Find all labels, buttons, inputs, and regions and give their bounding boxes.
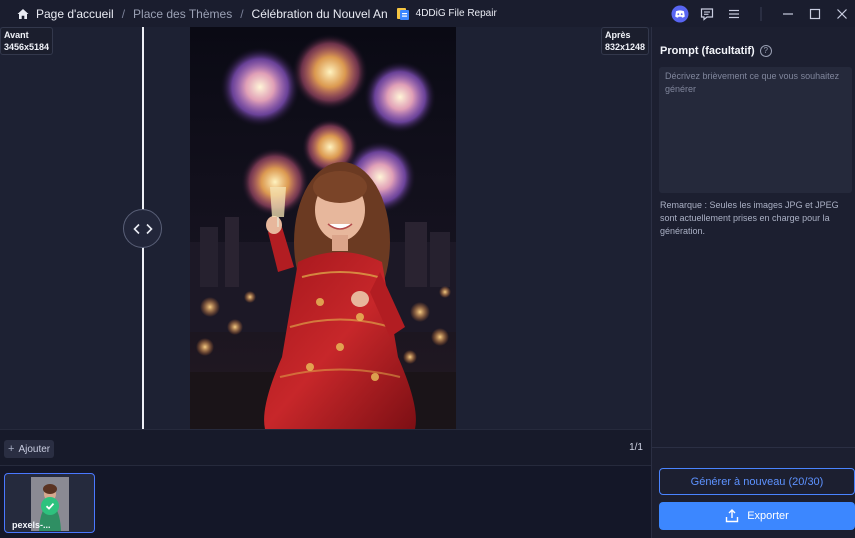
export-icon: [726, 509, 739, 523]
minimize-icon: [782, 12, 793, 15]
title-bar: Page d'accueil / Place des Thèmes / Célé…: [0, 0, 855, 27]
discord-button[interactable]: [666, 0, 693, 27]
new-year-celebration-photo: [190, 27, 456, 429]
breadcrumb-current: Célébration du Nouvel An: [251, 6, 388, 21]
before-label: Avant: [4, 30, 29, 40]
app-window: Page d'accueil / Place des Thèmes / Célé…: [0, 0, 855, 538]
menu-icon: [728, 9, 739, 18]
plus-icon: +: [8, 443, 15, 455]
thumbnail-item[interactable]: pexels-...: [4, 473, 95, 533]
before-tag: Avant 3456x5184: [0, 27, 54, 55]
app-name: 4DDiG File Repair: [415, 8, 497, 19]
compare-view: Avant 3456x5184 Après 832x1248: [0, 27, 651, 429]
compare-handle-icon: [132, 223, 153, 234]
page-counter: 1/1: [629, 442, 643, 453]
add-button-label: Ajouter: [18, 443, 51, 455]
image-toolbar: + Ajouter 1/1: [0, 429, 651, 465]
menu-button[interactable]: [720, 0, 747, 27]
after-size: 832x1248: [604, 42, 645, 52]
app-badge: 4DDiG File Repair: [396, 7, 497, 21]
before-size: 3456x5184: [4, 42, 50, 52]
settings-panel: Prompt (facultatif) ? Remarque : Seules …: [651, 27, 855, 538]
maximize-button[interactable]: [801, 0, 828, 27]
after-tag: Après 832x1248: [600, 27, 649, 55]
export-button-label: Exporter: [747, 510, 789, 522]
breadcrumb-themes[interactable]: Place des Thèmes: [133, 7, 232, 21]
window-divider: [747, 0, 774, 27]
breadcrumb-separator: /: [121, 6, 126, 21]
format-note: Remarque : Seules les images JPG et JPEG…: [660, 200, 839, 236]
prompt-input[interactable]: [659, 67, 852, 193]
breadcrumb-separator: /: [240, 6, 244, 21]
window-controls: [666, 0, 855, 27]
maximize-icon: [809, 8, 820, 19]
minimize-button[interactable]: [774, 0, 801, 27]
home-icon[interactable]: [16, 7, 30, 21]
close-button[interactable]: [828, 0, 855, 27]
breadcrumb: Page d'accueil / Place des Thèmes / Célé…: [0, 7, 497, 21]
close-icon: [836, 8, 847, 19]
compare-handle[interactable]: [123, 209, 162, 248]
export-button[interactable]: Exporter: [659, 502, 855, 530]
feedback-button[interactable]: [693, 0, 720, 27]
regenerate-button[interactable]: Générer à nouveau (20/30): [659, 468, 855, 495]
thumbnail-strip: pexels-...: [0, 465, 651, 538]
thumbnail-name: pexels-...: [12, 520, 51, 530]
preview-image: [190, 27, 456, 429]
regenerate-button-label: Générer à nouveau (20/30): [690, 475, 824, 488]
help-icon[interactable]: ?: [759, 45, 772, 57]
breadcrumb-home[interactable]: Page d'accueil: [36, 7, 114, 21]
after-label: Après: [604, 30, 631, 40]
panel-actions: Générer à nouveau (20/30) Exporter: [652, 447, 855, 538]
feedback-icon: [700, 7, 713, 21]
add-button[interactable]: + Ajouter: [4, 440, 55, 458]
prompt-title-text: Prompt (facultatif): [660, 45, 755, 57]
discord-icon: [671, 5, 688, 22]
check-icon: [41, 497, 59, 515]
app-logo-icon: [396, 7, 409, 20]
prompt-title: Prompt (facultatif) ?: [660, 45, 772, 57]
